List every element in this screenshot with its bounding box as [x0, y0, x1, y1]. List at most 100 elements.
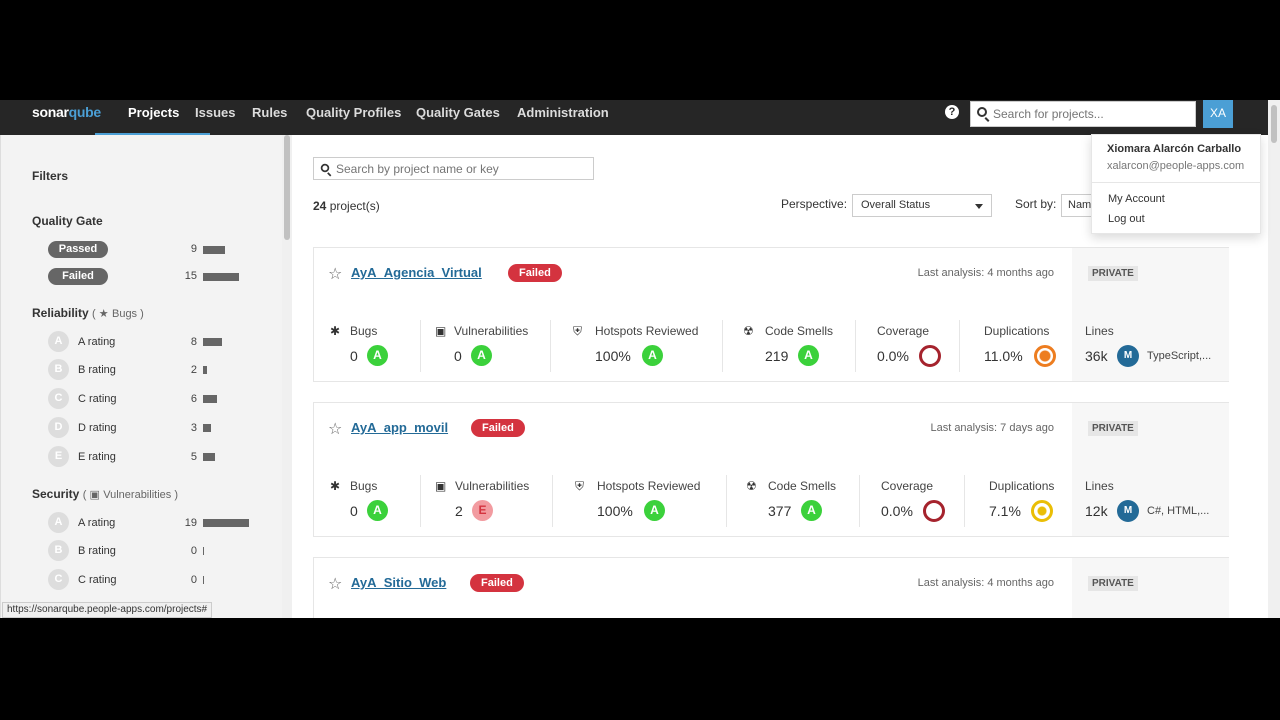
sidebar-scrollbar[interactable] — [282, 135, 292, 618]
rating-b-icon: B — [48, 540, 69, 561]
project-search-box[interactable] — [313, 157, 594, 180]
bugs-rating[interactable]: A — [367, 345, 388, 366]
last-analysis: Last analysis: 4 months ago — [917, 267, 1054, 279]
security-a-rating[interactable]: A rating — [78, 517, 115, 529]
search-icon — [977, 107, 987, 117]
perspective-select[interactable]: Overall Status — [852, 194, 992, 217]
reliability-e-rating[interactable]: E rating — [78, 451, 116, 463]
hotspots-value[interactable]: 100% — [595, 348, 631, 364]
sonarqube-window: sonarqube Projects Issues Rules Quality … — [0, 100, 1280, 618]
filter-failed[interactable]: Failed — [48, 268, 108, 285]
filter-count: 3 — [190, 422, 197, 434]
metric-divider — [550, 320, 551, 372]
security-b-rating[interactable]: B rating — [78, 545, 116, 557]
hotspots-value[interactable]: 100% — [597, 503, 633, 519]
duplications-label: Duplications — [989, 479, 1055, 493]
languages-text: TypeScript,... — [1147, 350, 1212, 362]
main-scrollbar[interactable] — [1268, 100, 1280, 618]
bugs-value[interactable]: 0 — [350, 348, 358, 364]
vulnerabilities-label: Vulnerabilities — [454, 324, 529, 338]
last-analysis: Last analysis: 7 days ago — [930, 422, 1054, 434]
coverage-value[interactable]: 0.0% — [881, 503, 913, 519]
code-smells-value[interactable]: 219 — [765, 348, 788, 364]
code-smells-rating[interactable]: A — [801, 500, 822, 521]
reliability-sub: Bugs — [111, 308, 138, 320]
lock-icon: ▣ — [435, 324, 447, 338]
quality-gate-status-badge: Failed — [471, 419, 525, 437]
help-icon[interactable]: ? — [945, 105, 959, 119]
star-icon[interactable]: ☆ — [328, 264, 342, 284]
duplications-ring-icon — [1031, 500, 1053, 522]
vulnerabilities-value[interactable]: 2 — [455, 503, 463, 519]
star-icon[interactable]: ☆ — [328, 574, 342, 594]
hotspots-label: Hotspots Reviewed — [597, 479, 701, 493]
bugs-rating[interactable]: A — [367, 500, 388, 521]
scroll-thumb[interactable] — [1271, 105, 1277, 143]
nav-projects[interactable]: Projects — [128, 105, 179, 120]
filter-bar — [203, 273, 239, 281]
code-smells-value[interactable]: 377 — [768, 503, 791, 519]
vulnerabilities-value[interactable]: 0 — [454, 348, 462, 364]
languages-text: C#, HTML,... — [1147, 505, 1210, 517]
nav-rules[interactable]: Rules — [252, 105, 287, 120]
global-search-input[interactable] — [993, 104, 1188, 124]
filter-bar — [203, 395, 217, 403]
visibility-badge: PRIVATE — [1088, 266, 1138, 281]
metric-divider — [722, 320, 723, 372]
sonarqube-logo[interactable]: sonarqube — [32, 104, 101, 120]
reliability-b-rating[interactable]: B rating — [78, 364, 116, 376]
chevron-down-icon — [975, 204, 983, 209]
filter-bar — [203, 246, 225, 254]
security-c-rating[interactable]: C rating — [78, 574, 117, 586]
reliability-title: Reliability — [32, 306, 89, 320]
bugs-label: Bugs — [350, 479, 378, 493]
status-bar-url: https://sonarqube.people-apps.com/projec… — [2, 602, 213, 618]
metric-divider — [859, 475, 860, 527]
bug-icon: ★ — [98, 308, 109, 320]
coverage-ring-icon — [919, 345, 941, 367]
global-search-box[interactable] — [970, 101, 1196, 127]
nav-administration[interactable]: Administration — [517, 105, 609, 120]
hotspots-rating[interactable]: A — [644, 500, 665, 521]
metric-divider — [726, 475, 727, 527]
vulnerabilities-rating[interactable]: E — [472, 500, 493, 521]
coverage-value[interactable]: 0.0% — [877, 348, 909, 364]
logo-text-a: sonar — [32, 104, 69, 120]
security-sub: Vulnerabilities — [103, 489, 172, 501]
reliability-a-rating[interactable]: A rating — [78, 336, 115, 348]
bugs-value[interactable]: 0 — [350, 503, 358, 519]
filter-bar — [203, 453, 215, 461]
reliability-c-rating[interactable]: C rating — [78, 393, 117, 405]
bugs-label: Bugs — [350, 324, 378, 338]
code-smell-icon: ☢ — [743, 324, 754, 338]
logout-link[interactable]: Log out — [1108, 213, 1145, 225]
project-name-link[interactable]: AyA_app_movil — [351, 420, 448, 435]
duplications-value[interactable]: 7.1% — [989, 503, 1021, 519]
project-name-link[interactable]: AyA_Agencia_Virtual — [351, 265, 482, 280]
filter-count: 19 — [184, 517, 197, 529]
duplications-value[interactable]: 11.0% — [984, 348, 1023, 364]
hotspots-rating[interactable]: A — [642, 345, 663, 366]
star-icon[interactable]: ☆ — [328, 419, 342, 439]
nav-issues[interactable]: Issues — [195, 105, 235, 120]
my-account-link[interactable]: My Account — [1108, 193, 1165, 205]
project-count: 24 project(s) — [313, 199, 380, 213]
code-smells-rating[interactable]: A — [798, 345, 819, 366]
project-side-panel: PRIVATE Lines 12k M C#, HTML,... — [1072, 403, 1229, 536]
vulnerabilities-rating[interactable]: A — [471, 345, 492, 366]
project-count-text: project(s) — [329, 199, 380, 213]
project-card: ☆ AyA_app_movil Failed Last analysis: 7 … — [313, 402, 1229, 537]
user-avatar[interactable]: XA — [1203, 100, 1233, 128]
filter-bar — [203, 366, 207, 374]
nav-quality-profiles[interactable]: Quality Profiles — [306, 105, 401, 120]
reliability-d-rating[interactable]: D rating — [78, 422, 117, 434]
project-side-panel: PRIVATE — [1072, 558, 1229, 618]
filter-passed[interactable]: Passed — [48, 241, 108, 258]
nav-quality-gates[interactable]: Quality Gates — [416, 105, 500, 120]
project-name-link[interactable]: AyA_Sitio_Web — [351, 575, 446, 590]
visibility-badge: PRIVATE — [1088, 576, 1138, 591]
project-search-input[interactable] — [336, 160, 586, 177]
scroll-thumb[interactable] — [284, 135, 290, 240]
quality-gate-heading: Quality Gate — [32, 214, 103, 228]
hotspots-label: Hotspots Reviewed — [595, 324, 699, 338]
